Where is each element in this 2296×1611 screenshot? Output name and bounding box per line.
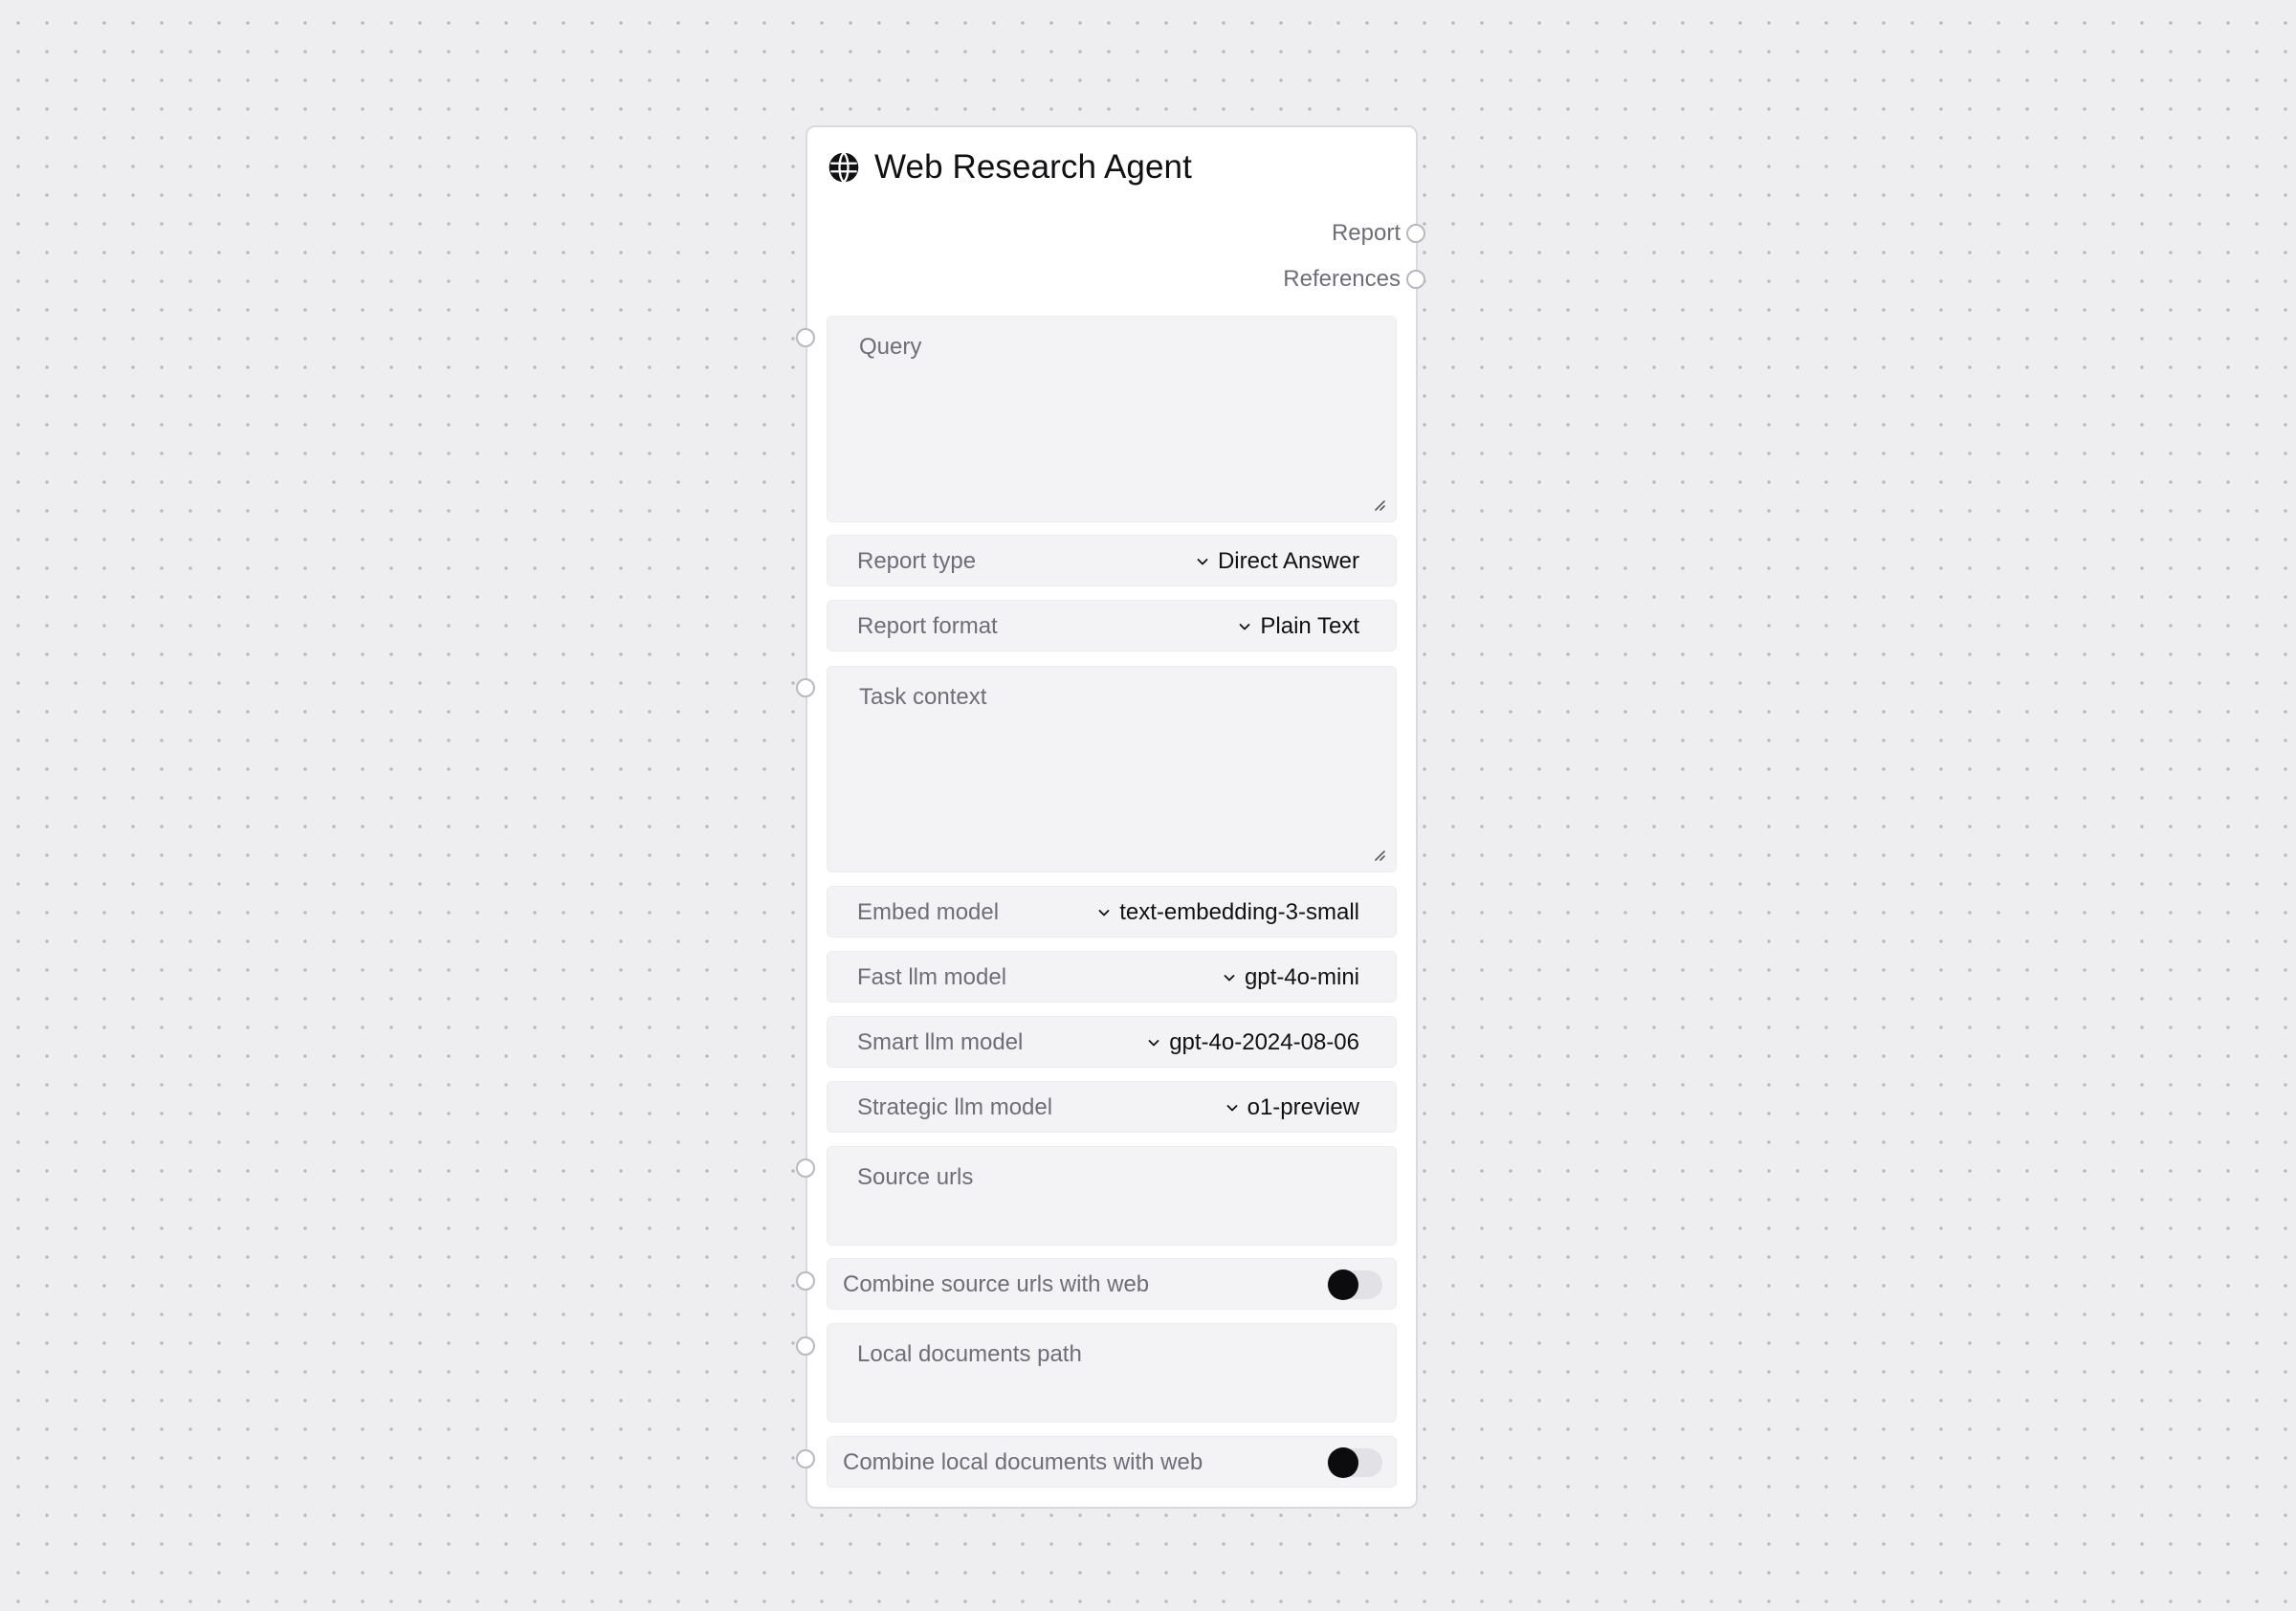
combine-source-urls-label: Combine source urls with web — [843, 1271, 1150, 1297]
task-context-input-handle[interactable] — [796, 678, 815, 697]
output-report-handle[interactable] — [1406, 224, 1425, 243]
task-context-placeholder: Task context — [859, 684, 987, 710]
query-textarea[interactable]: Query — [827, 316, 1397, 522]
combine-source-urls-toggle[interactable] — [1327, 1269, 1382, 1300]
query-input-handle[interactable] — [796, 328, 815, 347]
fast-llm-model-label: Fast llm model — [857, 964, 1007, 990]
web-research-agent-node[interactable]: Web Research Agent Report References Que… — [796, 125, 1425, 1509]
local-documents-path-input-handle[interactable] — [796, 1336, 815, 1356]
node-title: Web Research Agent — [874, 148, 1192, 186]
chevron-down-icon — [1098, 910, 1110, 916]
local-documents-path-placeholder: Local documents path — [857, 1341, 1082, 1367]
report-type-select[interactable]: Report type Direct Answer — [827, 535, 1397, 586]
report-type-label: Report type — [857, 548, 977, 574]
chevron-down-icon — [1224, 975, 1235, 982]
report-type-value: Direct Answer — [1217, 548, 1359, 574]
toggle-knob — [1328, 1269, 1358, 1300]
resize-handle-icon[interactable] — [1371, 497, 1386, 512]
task-context-textarea[interactable]: Task context — [827, 666, 1397, 872]
combine-local-documents-toggle[interactable] — [1327, 1447, 1382, 1478]
report-format-select[interactable]: Report format Plain Text — [827, 600, 1397, 651]
source-urls-input-handle[interactable] — [796, 1159, 815, 1178]
query-placeholder: Query — [859, 334, 922, 360]
output-references-handle[interactable] — [1406, 270, 1425, 289]
embed-model-label: Embed model — [857, 899, 1000, 925]
report-format-label: Report format — [857, 613, 998, 639]
combine-local-documents-row: Combine local documents with web — [827, 1436, 1397, 1488]
output-report-label: Report — [1331, 220, 1401, 246]
output-references-label: References — [1283, 266, 1401, 292]
toggle-knob — [1328, 1447, 1358, 1478]
combine-source-urls-input-handle[interactable] — [796, 1271, 815, 1291]
fast-llm-model-value: gpt-4o-mini — [1244, 964, 1359, 990]
fast-llm-model-select[interactable]: Fast llm model gpt-4o-mini — [827, 951, 1397, 1003]
node-header: Web Research Agent — [827, 146, 1192, 188]
combine-local-documents-input-handle[interactable] — [796, 1449, 815, 1468]
report-format-value: Plain Text — [1260, 613, 1359, 639]
source-urls-input[interactable]: Source urls — [827, 1146, 1397, 1246]
chevron-down-icon — [1226, 1105, 1238, 1112]
smart-llm-model-select[interactable]: Smart llm model gpt-4o-2024-08-06 — [827, 1016, 1397, 1068]
resize-handle-icon[interactable] — [1371, 847, 1386, 862]
chevron-down-icon — [1239, 624, 1250, 630]
chevron-down-icon — [1148, 1040, 1159, 1047]
strategic-llm-model-label: Strategic llm model — [857, 1094, 1053, 1120]
chevron-down-icon — [1197, 559, 1208, 565]
combine-source-urls-row: Combine source urls with web — [827, 1258, 1397, 1310]
source-urls-placeholder: Source urls — [857, 1164, 974, 1190]
globe-icon — [827, 150, 861, 185]
smart-llm-model-value: gpt-4o-2024-08-06 — [1169, 1029, 1359, 1055]
strategic-llm-model-value: o1-preview — [1247, 1094, 1359, 1120]
embed-model-select[interactable]: Embed model text-embedding-3-small — [827, 886, 1397, 938]
smart-llm-model-label: Smart llm model — [857, 1029, 1024, 1055]
local-documents-path-input[interactable]: Local documents path — [827, 1323, 1397, 1423]
embed-model-value: text-embedding-3-small — [1119, 899, 1359, 925]
strategic-llm-model-select[interactable]: Strategic llm model o1-preview — [827, 1081, 1397, 1133]
combine-local-documents-label: Combine local documents with web — [843, 1449, 1203, 1475]
